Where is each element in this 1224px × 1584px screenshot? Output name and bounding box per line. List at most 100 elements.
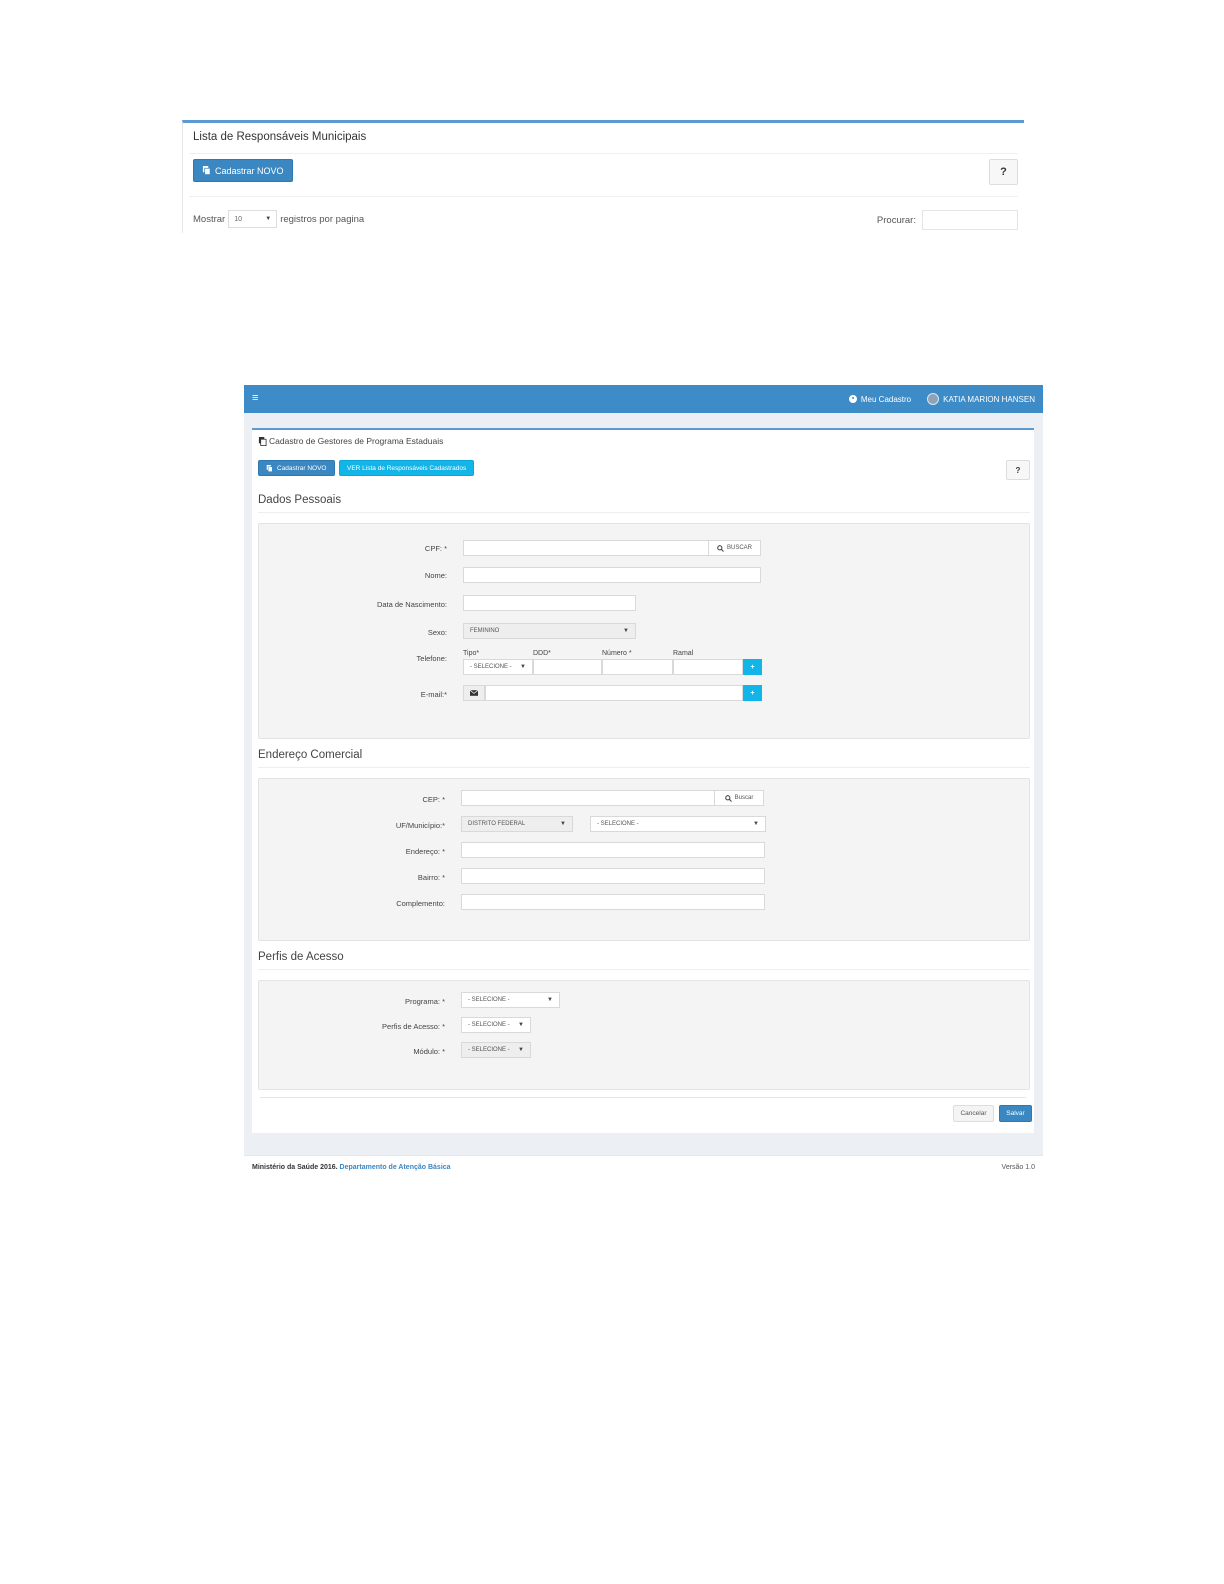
meu-cadastro-link[interactable]: Meu Cadastro	[848, 394, 912, 404]
show-prefix-label: Mostrar	[193, 213, 226, 225]
complemento-label: Complemento:	[396, 899, 445, 908]
perfis-value: - SELECIONE -	[468, 1022, 510, 1028]
cep-input[interactable]	[461, 790, 715, 806]
dados-pessoais-title: Dados Pessoais	[258, 494, 342, 506]
numero-label: Número *	[602, 650, 632, 657]
caret-down-icon: ▼	[623, 628, 629, 634]
cpf-label: CPF: *	[424, 544, 447, 553]
envelope-icon	[463, 685, 485, 701]
cpf-buscar-button[interactable]: BUSCAR	[708, 540, 761, 556]
footer-credits: Ministério da Saúde 2016. Departamento d…	[252, 1164, 451, 1171]
footer-department-link[interactable]: Departamento de Atenção Básica	[340, 1164, 451, 1171]
divider	[258, 512, 1030, 513]
hamburger-menu-icon[interactable]: ≡	[252, 392, 258, 404]
endereco-comercial-title: Endereço Comercial	[258, 749, 363, 761]
endereco-input[interactable]	[461, 842, 765, 858]
document-copy-icon	[266, 464, 273, 472]
telefone-tipo-select[interactable]: - SELECIONE - ▼	[463, 659, 533, 675]
cadastro-form-box: Cadastro de Gestores de Programa Estadua…	[252, 428, 1034, 1133]
divider	[258, 767, 1030, 768]
caret-down-icon: ▼	[518, 1047, 524, 1053]
programa-select[interactable]: - SELECIONE - ▼	[461, 992, 560, 1008]
app-window: ≡ Meu Cadastro KATIA MARION HANSEN Cadas…	[244, 385, 1043, 1178]
caret-down-icon: ▼	[753, 821, 759, 827]
add-email-button[interactable]: +	[743, 685, 762, 701]
sexo-value: FEMININO	[470, 628, 500, 634]
cep-buscar-label: Buscar	[734, 795, 754, 801]
show-suffix-label: registros por pagina	[280, 213, 365, 225]
complemento-input[interactable]	[461, 894, 765, 910]
email-input[interactable]	[485, 685, 743, 701]
search-input[interactable]	[922, 210, 1018, 230]
form-title-text: Cadastro de Gestores de Programa Estadua…	[269, 436, 444, 446]
tipo-label: Tipo*	[463, 650, 480, 657]
caret-down-icon: ▼	[518, 1022, 524, 1028]
modulo-label: Módulo: *	[413, 1047, 445, 1056]
uf-select[interactable]: DISTRITO FEDERAL ▼	[461, 816, 573, 832]
search-icon	[724, 794, 732, 802]
ramal-label: Ramal	[673, 650, 694, 657]
user-name: KATIA MARION HANSEN	[943, 394, 1035, 404]
municipio-select[interactable]: - SELECIONE - ▼	[590, 816, 766, 832]
uf-municipio-label: UF/Município:*	[395, 821, 445, 830]
caret-down-icon: ▼	[547, 997, 553, 1003]
divider	[189, 153, 1018, 154]
cpf-buscar-label: BUSCAR	[726, 545, 752, 551]
nome-input[interactable]	[463, 567, 761, 583]
cadastrar-novo-button[interactable]: Cadastrar NOVO	[258, 460, 335, 476]
data-nascimento-label: Data de Nascimento:	[376, 600, 447, 609]
ddd-label: DDD*	[533, 650, 551, 657]
bairro-input[interactable]	[461, 868, 765, 884]
cep-label: CEP: *	[422, 795, 445, 804]
uf-value: DISTRITO FEDERAL	[468, 821, 526, 827]
meu-cadastro-label: Meu Cadastro	[860, 394, 912, 404]
cadastrar-novo-button[interactable]: Cadastrar NOVO	[193, 159, 293, 182]
telefone-tipo-value: - SELECIONE -	[470, 664, 512, 670]
cadastrar-novo-label: Cadastrar NOVO	[215, 165, 284, 176]
form-title: Cadastro de Gestores de Programa Estadua…	[258, 436, 443, 446]
nome-label: Nome:	[424, 571, 447, 580]
help-button[interactable]: ?	[989, 159, 1018, 185]
user-menu[interactable]: KATIA MARION HANSEN	[927, 393, 1035, 405]
caret-down-icon: ▼	[560, 821, 566, 827]
salvar-button[interactable]: Salvar	[999, 1105, 1032, 1122]
programa-label: Programa: *	[404, 997, 445, 1006]
avatar	[927, 393, 940, 405]
divider	[189, 196, 1018, 197]
help-button[interactable]: ?	[1006, 460, 1030, 480]
telefone-label: Telefone:	[416, 654, 447, 663]
bairro-label: Bairro: *	[417, 873, 445, 882]
endereco-comercial-well: CEP: * Buscar UF/Município:* DISTRITO FE…	[258, 778, 1030, 941]
dados-pessoais-well: CPF: * BUSCAR Nome: Data de Nascimento: …	[258, 523, 1030, 739]
ramal-input[interactable]	[673, 659, 743, 675]
numero-input[interactable]	[602, 659, 673, 675]
perfis-select[interactable]: - SELECIONE - ▼	[461, 1017, 531, 1033]
programa-value: - SELECIONE -	[468, 997, 510, 1003]
endereco-label: Endereço: *	[405, 847, 445, 856]
search-icon	[717, 544, 724, 552]
perfis-acesso-well: Programa: * - SELECIONE - ▼ Perfis de Ac…	[258, 980, 1030, 1090]
search-control: Procurar:	[877, 210, 1018, 230]
sexo-label: Sexo:	[427, 628, 447, 637]
footer-ministry: Ministério da Saúde 2016.	[252, 1164, 338, 1171]
cep-buscar-button[interactable]: Buscar	[714, 790, 764, 806]
data-nascimento-input[interactable]	[463, 595, 636, 611]
modulo-select[interactable]: - SELECIONE - ▼	[461, 1042, 531, 1058]
cpf-input[interactable]	[463, 540, 709, 556]
ver-lista-button[interactable]: VER Lista de Responsáveis Cadastrados	[339, 460, 475, 476]
responsaveis-list-panel: Lista de Responsáveis Municipais Cadastr…	[182, 120, 1024, 233]
footer-version: Versão 1.0	[1001, 1164, 1035, 1171]
add-telefone-button[interactable]: +	[743, 659, 762, 675]
navbar-right: Meu Cadastro KATIA MARION HANSEN	[848, 393, 1035, 405]
municipio-value: - SELECIONE -	[597, 821, 639, 827]
user-circle-icon	[848, 395, 857, 403]
page-length-control: Mostrar 10 ▼ registros por pagina	[193, 210, 364, 228]
page-length-select[interactable]: 10 ▼	[228, 210, 278, 228]
divider	[260, 1097, 1026, 1098]
sexo-select[interactable]: FEMININO ▼	[463, 623, 636, 639]
perfis-acesso-title: Perfis de Acesso	[258, 951, 344, 963]
cadastrar-novo-label: Cadastrar NOVO	[277, 464, 327, 472]
cancelar-button[interactable]: Cancelar	[953, 1105, 994, 1122]
email-label: E-mail:*	[420, 690, 447, 699]
ddd-input[interactable]	[533, 659, 602, 675]
